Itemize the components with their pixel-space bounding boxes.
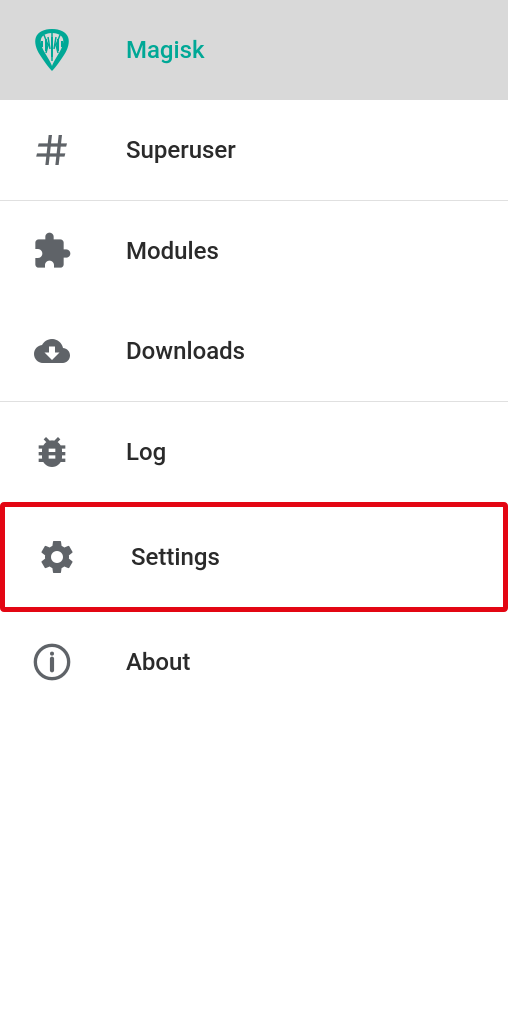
- menu-item-log[interactable]: Log: [0, 402, 508, 502]
- menu-item-label: Modules: [126, 237, 219, 265]
- gear-icon: [35, 535, 79, 579]
- menu-item-superuser[interactable]: Superuser: [0, 100, 508, 200]
- menu-item-settings[interactable]: Settings: [5, 507, 503, 607]
- nav-menu: Magisk Superuser Modules Downloads: [0, 0, 508, 712]
- menu-item-label: Downloads: [126, 337, 245, 365]
- hash-icon: [30, 128, 74, 172]
- menu-item-label: Superuser: [126, 136, 236, 164]
- menu-item-downloads[interactable]: Downloads: [0, 301, 508, 401]
- cloud-download-icon: [30, 329, 74, 373]
- highlight-annotation: Settings: [0, 502, 508, 612]
- bug-icon: [30, 430, 74, 474]
- puzzle-icon: [30, 229, 74, 273]
- magisk-logo-icon: [30, 28, 74, 72]
- menu-item-magisk[interactable]: Magisk: [0, 0, 508, 100]
- menu-item-label: Magisk: [126, 36, 205, 64]
- menu-item-about[interactable]: About: [0, 612, 508, 712]
- menu-item-label: Settings: [131, 543, 220, 571]
- menu-item-modules[interactable]: Modules: [0, 201, 508, 301]
- menu-item-label: Log: [126, 438, 166, 466]
- menu-item-label: About: [126, 648, 190, 676]
- info-icon: [30, 640, 74, 684]
